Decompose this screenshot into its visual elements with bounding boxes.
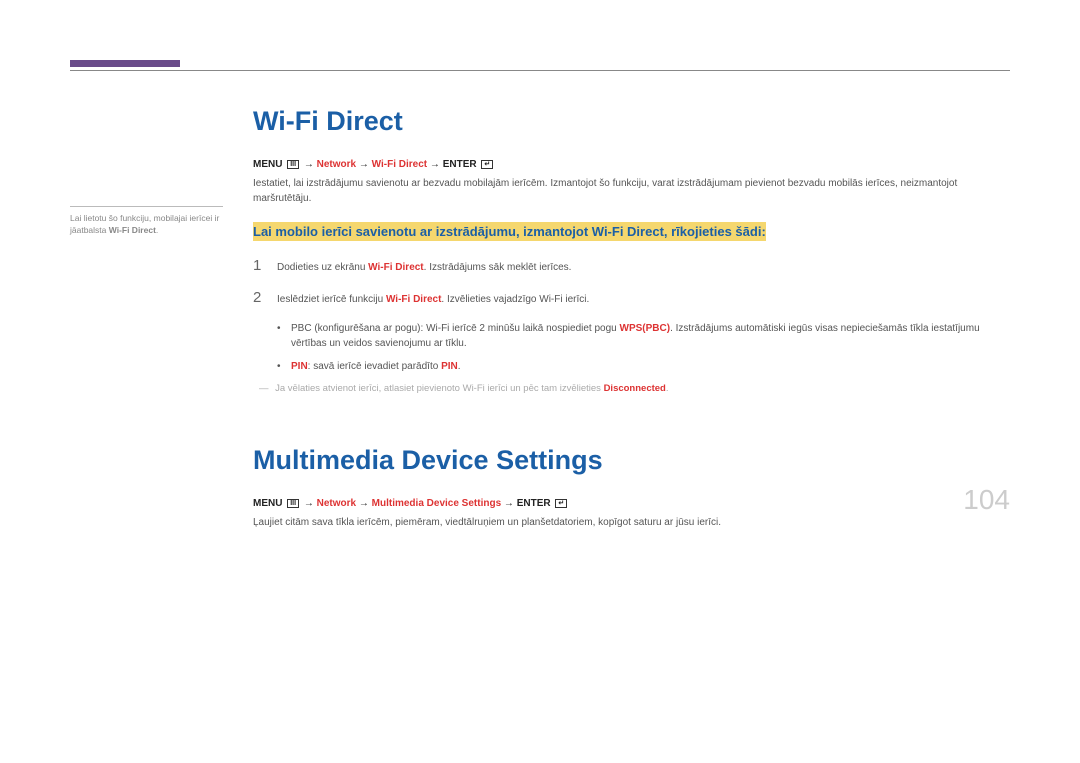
arrow: →	[501, 498, 517, 509]
step1-post: . Izstrādājums sāk meklēt ierīces.	[424, 262, 572, 273]
section1-title: Wi-Fi Direct	[253, 106, 1010, 137]
section1-highlight-wrap: Lai mobilo ierīci savienotu ar izstrādāj…	[253, 220, 1010, 243]
menu-network: Network	[317, 498, 356, 509]
arrow: →	[356, 498, 372, 509]
step2-post: . Izvēlieties vajadzīgo Wi-Fi ierīci.	[441, 294, 589, 305]
arrow: →	[427, 159, 443, 170]
bullet2-mid: : savā ierīcē ievadiet parādīto	[308, 361, 441, 372]
section2-title: Multimedia Device Settings	[253, 445, 1010, 476]
bullet-marker: •	[277, 321, 291, 351]
top-rule	[70, 70, 1010, 71]
section1-menu-path: MENU III → Network → Wi-Fi Direct → ENTE…	[253, 159, 1010, 170]
page-number: 104	[963, 484, 1010, 516]
sidebar: Lai lietotu šo funkciju, mobilajai ierīc…	[70, 106, 238, 544]
step-1: 1 Dodieties uz ekrānu Wi-Fi Direct. Izst…	[253, 257, 1010, 275]
bullet2-post: .	[458, 361, 461, 372]
content-row: Lai lietotu šo funkciju, mobilajai ierīc…	[70, 106, 1010, 544]
enter-icon: ↵	[555, 499, 567, 508]
bullet-2: • PIN: savā ierīcē ievadiet parādīto PIN…	[277, 359, 1010, 374]
bullet1-pre: PBC (konfigurēšana ar pogu): Wi-Fi ierīc…	[291, 323, 620, 334]
menu-icon: III	[287, 160, 299, 169]
step1-pre: Dodieties uz ekrānu	[277, 262, 368, 273]
note-post: .	[666, 383, 669, 394]
step2-pre: Ieslēdziet ierīcē funkciju	[277, 294, 386, 305]
step-num-1: 1	[253, 257, 277, 275]
step-body-2: Ieslēdziet ierīcē funkciju Wi-Fi Direct.…	[277, 289, 1010, 307]
bullet-1: • PBC (konfigurēšana ar pogu): Wi-Fi ier…	[277, 321, 1010, 351]
bullet-marker: •	[277, 359, 291, 374]
note-pre: Ja vēlaties atvienot ierīci, atlasiet pi…	[273, 383, 604, 394]
bullet2-red2: PIN	[441, 361, 458, 372]
menu-network: Network	[317, 159, 356, 170]
bullet-list: • PBC (konfigurēšana ar pogu): Wi-Fi ier…	[277, 321, 1010, 374]
bullet2-text: PIN: savā ierīcē ievadiet parādīto PIN.	[291, 359, 1010, 374]
main-column: Wi-Fi Direct MENU III → Network → Wi-Fi …	[238, 106, 1010, 544]
menu-icon: III	[287, 499, 299, 508]
steps-list: 1 Dodieties uz ekrānu Wi-Fi Direct. Izst…	[253, 257, 1010, 307]
arrow: →	[301, 498, 317, 509]
section2-intro: Ļaujiet citām sava tīkla ierīcēm, piemēr…	[253, 515, 1010, 530]
section1-intro: Iestatiet, lai izstrādājumu savienotu ar…	[253, 176, 1010, 206]
menu-label: MENU	[253, 498, 285, 509]
sidebar-note-suffix: .	[156, 225, 158, 235]
section1-note: ― Ja vēlaties atvienot ierīci, atlasiet …	[259, 382, 1010, 396]
enter-icon: ↵	[481, 160, 493, 169]
section1-highlight: Lai mobilo ierīci savienotu ar izstrādāj…	[253, 222, 766, 241]
note-dash: ―	[259, 383, 269, 394]
step-2: 2 Ieslēdziet ierīcē funkciju Wi-Fi Direc…	[253, 289, 1010, 307]
step1-red: Wi-Fi Direct	[368, 262, 423, 273]
sidebar-rule	[70, 206, 223, 207]
note-red: Disconnected	[604, 383, 666, 394]
arrow: →	[356, 159, 372, 170]
sidebar-note-bold: Wi-Fi Direct	[109, 225, 156, 235]
step2-red: Wi-Fi Direct	[386, 294, 441, 305]
sidebar-note: Lai lietotu šo funkciju, mobilajai ierīc…	[70, 213, 223, 237]
bullet2-red1: PIN	[291, 361, 308, 372]
accent-bar	[70, 60, 180, 67]
bullet1-text: PBC (konfigurēšana ar pogu): Wi-Fi ierīc…	[291, 321, 1010, 351]
enter-label: ENTER	[517, 498, 554, 509]
bullet1-red: WPS(PBC)	[620, 323, 671, 334]
page-container: Lai lietotu šo funkciju, mobilajai ierīc…	[0, 0, 1080, 544]
step-num-2: 2	[253, 289, 277, 307]
step-body-1: Dodieties uz ekrānu Wi-Fi Direct. Izstrā…	[277, 257, 1010, 275]
menu-item: Multimedia Device Settings	[372, 498, 501, 509]
section2-menu-path: MENU III → Network → Multimedia Device S…	[253, 498, 1010, 509]
arrow: →	[301, 159, 317, 170]
section2: Multimedia Device Settings MENU III → Ne…	[253, 445, 1010, 530]
menu-item: Wi-Fi Direct	[372, 159, 427, 170]
enter-label: ENTER	[443, 159, 480, 170]
menu-label: MENU	[253, 159, 285, 170]
